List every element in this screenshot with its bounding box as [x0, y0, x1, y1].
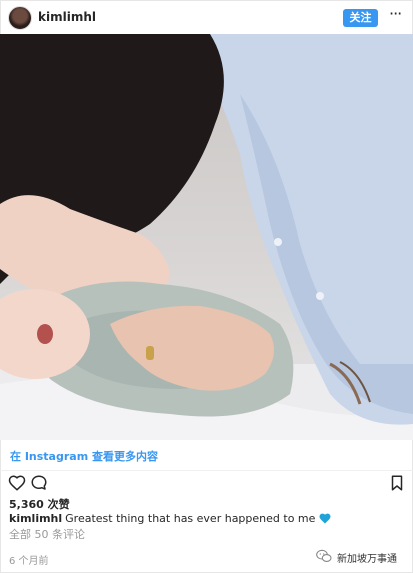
caption-text: Greatest thing that has ever happened to…	[65, 512, 316, 525]
instagram-link-bar: 在 Instagram 查看更多内容	[0, 440, 413, 471]
avatar[interactable]	[8, 6, 32, 30]
post-actions	[6, 474, 406, 494]
blue-heart-icon	[319, 513, 331, 524]
likes-count[interactable]: 5,360 次赞	[9, 496, 70, 512]
comment-bubble-icon[interactable]	[30, 474, 48, 492]
watermark-text: 新加坡万事通	[337, 554, 397, 565]
caption-username[interactable]: kimlimhl	[9, 512, 62, 525]
view-more-on-instagram-link[interactable]: 在 Instagram 查看更多内容	[10, 448, 158, 464]
wechat-icon	[316, 549, 332, 562]
post-header: kimlimhl 关注 ···	[0, 0, 413, 34]
follow-button[interactable]: 关注	[343, 9, 378, 27]
heart-outline-icon[interactable]	[8, 474, 26, 492]
caption: kimlimhl Greatest thing that has ever hap…	[9, 512, 332, 525]
photo-illustration	[0, 34, 413, 440]
username-link[interactable]: kimlimhl	[38, 10, 96, 24]
more-options-icon[interactable]: ···	[389, 6, 402, 22]
post-photo[interactable]	[0, 34, 413, 440]
post-timestamp: 6 个月前	[9, 556, 49, 567]
view-all-comments-link[interactable]: 全部 50 条评论	[9, 526, 85, 542]
bookmark-icon[interactable]	[388, 474, 406, 492]
